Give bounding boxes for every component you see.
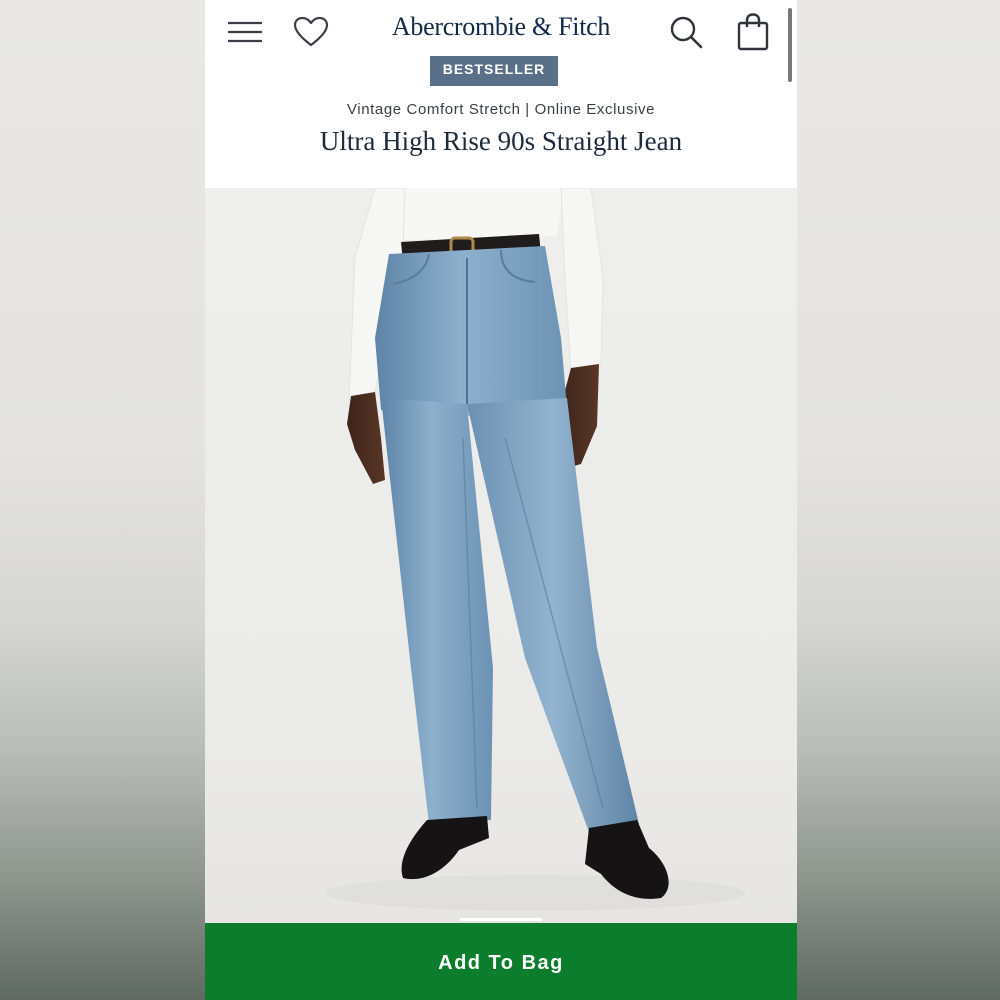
product-image[interactable] — [205, 188, 797, 923]
brand-logo[interactable]: Abercrombie & Fitch — [345, 12, 657, 42]
top-navigation-bar: Abercrombie & Fitch — [205, 0, 797, 60]
bestseller-badge: BESTSELLER — [430, 56, 558, 86]
menu-button[interactable] — [225, 12, 265, 52]
shopping-bag-icon — [737, 13, 769, 51]
search-icon — [670, 16, 703, 49]
wishlist-button[interactable] — [291, 12, 331, 52]
scrollbar[interactable] — [788, 8, 792, 82]
product-photo-illustration — [325, 188, 745, 911]
background-blur-right — [797, 0, 1000, 1000]
product-subtitle: Vintage Comfort Stretch | Online Exclusi… — [346, 101, 656, 118]
search-button[interactable] — [666, 12, 706, 52]
carousel-indicator[interactable] — [460, 918, 542, 921]
background-blur-left — [0, 0, 205, 1000]
menu-icon — [228, 21, 262, 43]
product-title: Ultra High Rise 90s Straight Jean — [319, 126, 683, 156]
heart-icon — [293, 16, 329, 47]
product-page: Abercrombie & Fitch BESTSELLER Vintage C… — [205, 0, 797, 1000]
shopping-bag-button[interactable] — [733, 10, 773, 54]
add-to-bag-button[interactable]: Add To Bag — [205, 923, 797, 1000]
